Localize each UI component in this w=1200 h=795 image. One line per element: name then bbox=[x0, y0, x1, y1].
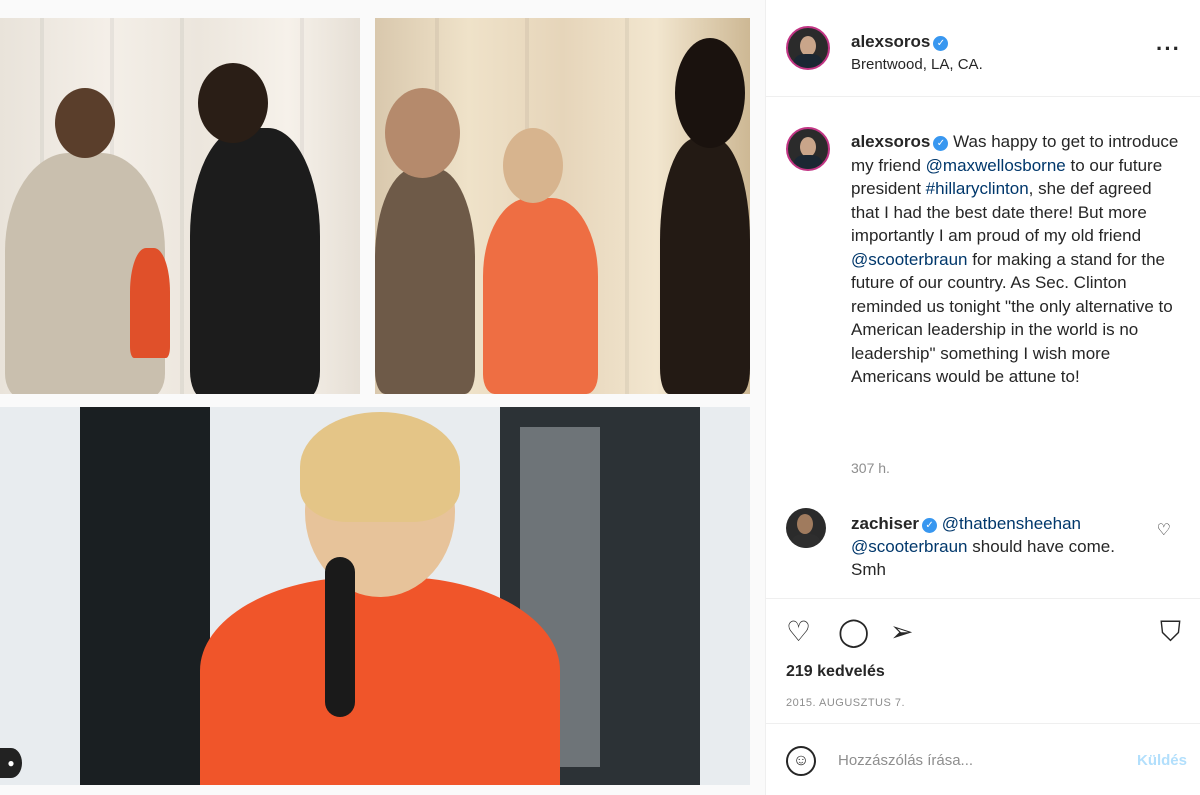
speaker-hair bbox=[300, 412, 460, 522]
person-head bbox=[385, 88, 460, 178]
microphone bbox=[325, 557, 355, 717]
speaker-figure bbox=[200, 577, 560, 785]
caption-timestamp[interactable]: 307 h. bbox=[851, 460, 890, 476]
location-link[interactable]: Brentwood, LA, CA. bbox=[851, 56, 983, 73]
caption-avatar[interactable] bbox=[786, 127, 830, 171]
comment-icon[interactable]: ◯ bbox=[838, 617, 869, 647]
curtain-fold bbox=[625, 18, 629, 394]
verified-badge-icon: ✓ bbox=[933, 36, 949, 51]
person-head bbox=[55, 88, 115, 158]
like-icon[interactable]: ♡ bbox=[786, 617, 811, 647]
like-comment-icon[interactable]: ♡ bbox=[1157, 520, 1171, 540]
post-comment-button[interactable]: Küldés bbox=[1137, 752, 1187, 769]
action-bar: ♡ ◯ ➢ ⛉ 219 kedvelés 2015. AUGUSZTUS 7. bbox=[766, 598, 1200, 724]
caption-username[interactable]: alexsoros bbox=[851, 132, 930, 151]
person-head bbox=[675, 38, 745, 148]
window-pane bbox=[80, 407, 210, 785]
user-tag-icon[interactable]: ● bbox=[0, 748, 22, 778]
share-icon[interactable]: ➢ bbox=[890, 617, 913, 647]
verified-badge-icon: ✓ bbox=[933, 136, 949, 151]
add-comment-bar: ☺ Hozzászólás írása... Küldés bbox=[766, 734, 1200, 789]
person-figure bbox=[483, 198, 598, 394]
mention-link[interactable]: @scooterbraun bbox=[851, 250, 968, 269]
post-caption: alexsoros ✓ Was happy to get to introduce… bbox=[851, 130, 1181, 389]
person-figure bbox=[375, 168, 475, 394]
header-username-row: alexsoros ✓ bbox=[851, 32, 949, 52]
comment-input[interactable]: Hozzászólás írása... bbox=[838, 752, 973, 769]
collage-photo-2 bbox=[375, 18, 750, 394]
commenter-avatar[interactable] bbox=[786, 508, 826, 548]
more-options-icon[interactable]: ··· bbox=[1156, 36, 1181, 62]
caption-text: for making a stand for the future of our… bbox=[851, 249, 1173, 387]
person-head bbox=[198, 63, 268, 143]
avatar[interactable] bbox=[786, 26, 830, 70]
bookmark-icon[interactable]: ⛉ bbox=[1160, 617, 1181, 647]
person-figure bbox=[190, 128, 320, 394]
mention-link[interactable]: @maxwellosborne bbox=[926, 156, 1066, 175]
mention-link[interactable]: @scooterbraun bbox=[851, 537, 968, 556]
hashtag-link[interactable]: #hillaryclinton bbox=[926, 179, 1029, 198]
post-sidebar: alexsoros ✓ Brentwood, LA, CA. ··· alexso… bbox=[765, 0, 1200, 795]
person-head bbox=[503, 128, 563, 203]
post-header: alexsoros ✓ Brentwood, LA, CA. ··· bbox=[766, 20, 1200, 97]
curtain-fold bbox=[180, 18, 184, 394]
comment-username[interactable]: zachiser bbox=[851, 514, 919, 533]
likes-count[interactable]: 219 kedvelés bbox=[786, 663, 885, 681]
verified-badge-icon: ✓ bbox=[922, 518, 938, 533]
mention-link[interactable]: @thatbensheehan bbox=[942, 514, 1081, 533]
collage-photo-3 bbox=[0, 407, 750, 785]
post-date: 2015. AUGUSZTUS 7. bbox=[786, 697, 906, 709]
header-username[interactable]: alexsoros bbox=[851, 32, 930, 51]
post-image[interactable]: ● bbox=[0, 0, 765, 795]
comment: zachiser ✓ @thatbensheehan @scooterbraun … bbox=[851, 512, 1151, 581]
person-figure bbox=[660, 138, 750, 394]
collage-photo-1 bbox=[0, 18, 360, 394]
person-figure bbox=[130, 248, 170, 358]
emoji-icon[interactable]: ☺ bbox=[786, 746, 816, 776]
